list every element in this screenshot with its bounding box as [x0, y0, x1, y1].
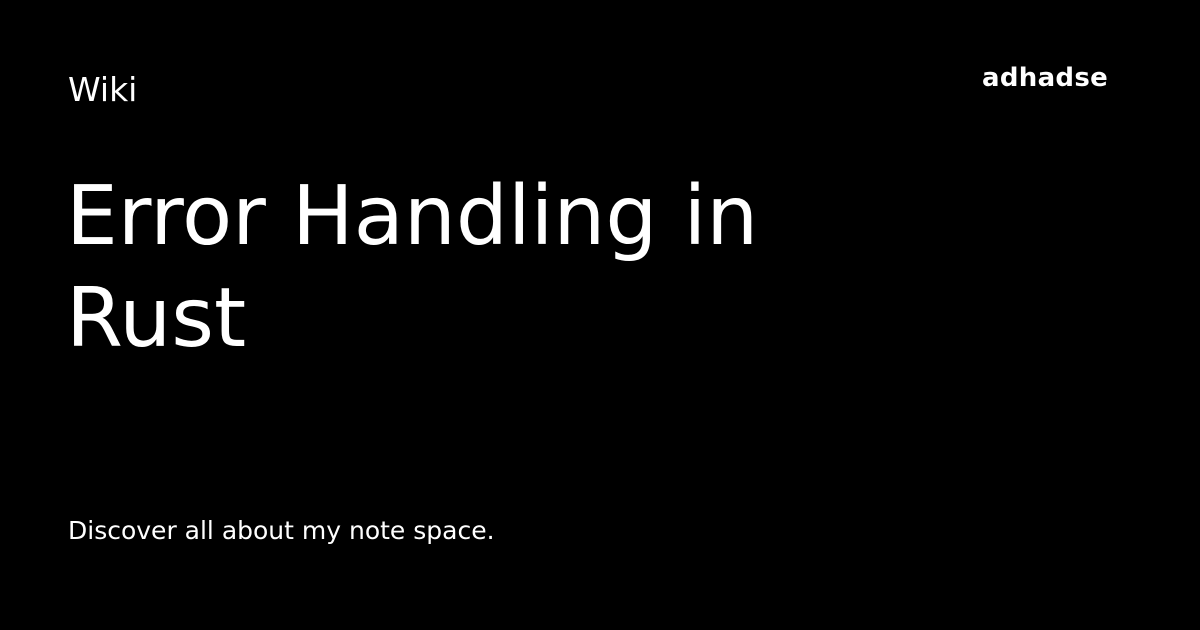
page-title-line-1: Error Handling in: [66, 169, 759, 264]
page-title-line-2: Rust: [66, 271, 247, 366]
category-label: Wiki: [68, 70, 138, 109]
page-description: Discover all about my note space.: [68, 516, 495, 545]
brand-name: adhadse: [982, 63, 1109, 93]
social-preview-card: Wiki adhadse Error Handling in Rust Disc…: [0, 0, 1200, 630]
page-title: Error Handling in Rust: [66, 166, 886, 370]
